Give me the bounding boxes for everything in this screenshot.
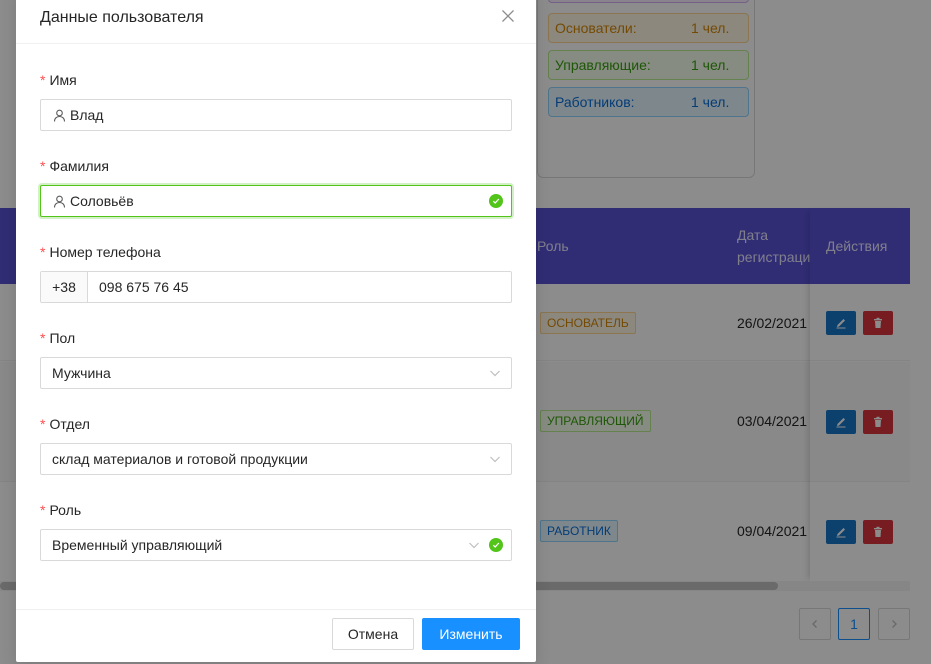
modal-header: Данные пользователя [16,0,536,44]
submit-button[interactable]: Изменить [422,618,520,650]
last-name-input[interactable]: Соловьёв [40,185,512,217]
first-name-label: * Имя [40,69,77,91]
label-text: Пол [49,330,76,346]
last-name-label: * Фамилия [40,155,109,177]
modal-title: Данные пользователя [40,9,204,26]
chevron-down-icon [490,456,500,463]
label-text: Фамилия [49,158,109,174]
gender-select[interactable]: Мужчина [40,357,512,389]
phone-value: 098 675 76 45 [99,279,189,295]
role-label: * Роль [40,499,81,521]
last-name-value: Соловьёв [70,193,134,209]
phone-label: * Номер телефона [40,241,161,263]
phone-country-code: +38 [41,272,88,302]
first-name-input[interactable]: Влад [40,99,512,131]
user-icon [53,195,66,208]
role-select[interactable]: Временный управляющий [40,529,512,561]
phone-input[interactable]: +38 098 675 76 45 [40,271,512,303]
label-text: Номер телефона [49,244,161,260]
required-mark: * [40,72,46,88]
label-text: Роль [49,502,82,518]
cancel-button[interactable]: Отмена [332,618,414,650]
required-mark: * [40,416,46,432]
first-name-value: Влад [70,107,104,123]
required-mark: * [40,502,46,518]
department-label: * Отдел [40,413,90,435]
modal-footer: Отмена Изменить [16,609,536,662]
required-mark: * [40,158,46,174]
gender-value: Мужчина [52,365,111,381]
chevron-down-icon [469,542,479,549]
department-value: склад материалов и готовой продукции [52,451,308,467]
label-text: Отдел [49,416,90,432]
gender-label: * Пол [40,327,75,349]
department-select[interactable]: склад материалов и готовой продукции [40,443,512,475]
required-mark: * [40,330,46,346]
label-text: Имя [49,72,77,88]
check-circle-icon [489,538,503,552]
user-data-modal: Данные пользователя * Имя Влад * Фамилия С… [16,0,536,662]
chevron-down-icon [490,370,500,377]
role-value: Временный управляющий [52,537,223,553]
required-mark: * [40,244,46,260]
check-circle-icon [489,194,503,208]
close-icon[interactable] [501,9,515,23]
user-icon [53,109,66,122]
